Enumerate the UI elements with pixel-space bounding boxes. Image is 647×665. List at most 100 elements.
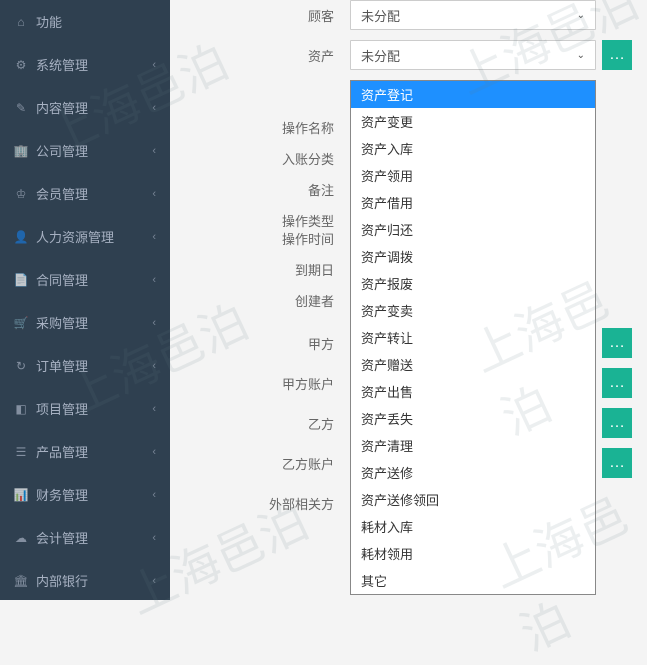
- select-customer[interactable]: 未分配⌄: [350, 0, 596, 30]
- main-form-area: 顾客 未分配⌄ 资产 未分配⌄ … 操作类型 资产登记 资产变更 资产入库 资产…: [170, 0, 647, 518]
- label-op-time: 操作时间: [170, 229, 350, 248]
- label-customer: 顾客: [170, 6, 350, 25]
- asset-more-button[interactable]: …: [602, 40, 632, 70]
- label-asset: 资产: [170, 46, 350, 65]
- select-op-type-open[interactable]: 资产登记 资产变更 资产入库 资产领用 资产借用 资产归还 资产调拨 资产报废 …: [350, 80, 596, 595]
- home-icon: ⌂: [14, 15, 28, 29]
- sidebar-item-hr[interactable]: 👤 人力资源管理 ‹: [0, 215, 170, 258]
- dropdown-option[interactable]: 其它: [351, 567, 595, 594]
- label-party-b: 乙方: [170, 414, 350, 433]
- chevron-left-icon: ‹: [152, 403, 156, 415]
- gear-icon: ⚙: [14, 58, 28, 72]
- building-icon: 🏢: [14, 144, 28, 158]
- sidebar-item-label: 人力资源管理: [36, 227, 114, 246]
- sidebar-item-member[interactable]: ♔ 会员管理 ‹: [0, 172, 170, 215]
- cart-icon: 🛒: [14, 316, 28, 330]
- sidebar-item-label: 合同管理: [36, 270, 88, 289]
- dropdown-option[interactable]: 资产赠送: [351, 351, 595, 378]
- user-icon: 👤: [14, 230, 28, 244]
- sidebar-item-label: 产品管理: [36, 442, 88, 461]
- sidebar-item-contract[interactable]: 📄 合同管理 ‹: [0, 258, 170, 301]
- chevron-left-icon: ‹: [152, 145, 156, 157]
- dropdown-option[interactable]: 资产入库: [351, 135, 595, 162]
- sidebar-item-label: 会计管理: [36, 528, 88, 547]
- chevron-left-icon: ‹: [152, 188, 156, 200]
- dropdown-option[interactable]: 资产丢失: [351, 405, 595, 432]
- chevron-left-icon: ‹: [152, 446, 156, 458]
- dropdown-option[interactable]: 耗材领用: [351, 540, 595, 567]
- sidebar-item-system[interactable]: ⚙ 系统管理 ‹: [0, 43, 170, 86]
- chevron-left-icon: ‹: [152, 317, 156, 329]
- label-op-type: 操作类型: [170, 211, 350, 230]
- caret-down-icon: ⌄: [577, 50, 585, 61]
- dropdown-option[interactable]: 资产归还: [351, 216, 595, 243]
- bank-icon: 🏛: [14, 574, 28, 588]
- chevron-left-icon: ‹: [152, 274, 156, 286]
- dropdown-option[interactable]: 资产送修: [351, 459, 595, 486]
- sidebar-item-order[interactable]: ↻ 订单管理 ‹: [0, 344, 170, 387]
- crown-icon: ♔: [14, 187, 28, 201]
- sidebar-item-label: 公司管理: [36, 141, 88, 160]
- dropdown-option[interactable]: 资产出售: [351, 378, 595, 405]
- edit-icon: ✎: [14, 101, 28, 115]
- sidebar-item-label: 采购管理: [36, 313, 88, 332]
- label-party-a-acct: 甲方账户: [170, 374, 350, 393]
- sidebar-item-accounting[interactable]: ☁ 会计管理 ‹: [0, 516, 170, 559]
- layout-icon: ◧: [14, 402, 28, 416]
- party-b-more-button[interactable]: …: [602, 408, 632, 438]
- sidebar-item-company[interactable]: 🏢 公司管理 ‹: [0, 129, 170, 172]
- dropdown-option[interactable]: 资产登记: [351, 81, 595, 108]
- sidebar: ⌂ 功能 ⚙ 系统管理 ‹ ✎ 内容管理 ‹ 🏢 公司管理 ‹ ♔ 会员管理 ‹ 👤 人力资源管理 ‹…: [0, 0, 170, 600]
- sidebar-item-purchase[interactable]: 🛒 采购管理 ‹: [0, 301, 170, 344]
- sidebar-item-label: 财务管理: [36, 485, 88, 504]
- sidebar-item-content[interactable]: ✎ 内容管理 ‹: [0, 86, 170, 129]
- sidebar-item-finance[interactable]: 📊 财务管理 ‹: [0, 473, 170, 516]
- dropdown-option[interactable]: 资产变卖: [351, 297, 595, 324]
- label-acct-cat: 入账分类: [170, 149, 350, 168]
- sidebar-item-label: 项目管理: [36, 399, 88, 418]
- select-asset[interactable]: 未分配⌄: [350, 40, 596, 70]
- chart-icon: 📊: [14, 488, 28, 502]
- dropdown-option[interactable]: 耗材入库: [351, 513, 595, 540]
- dropdown-option[interactable]: 资产变更: [351, 108, 595, 135]
- label-external: 外部相关方: [170, 494, 350, 513]
- sidebar-item-label: 功能: [36, 12, 62, 31]
- sidebar-item-project[interactable]: ◧ 项目管理 ‹: [0, 387, 170, 430]
- sidebar-item-label: 会员管理: [36, 184, 88, 203]
- dropdown-option[interactable]: 资产借用: [351, 189, 595, 216]
- document-icon: 📄: [14, 273, 28, 287]
- label-op-name: 操作名称: [170, 118, 350, 137]
- list-icon: ☰: [14, 445, 28, 459]
- dropdown-option[interactable]: 资产调拨: [351, 243, 595, 270]
- label-due-date: 到期日: [170, 260, 350, 279]
- sidebar-item-label: 内容管理: [36, 98, 88, 117]
- chevron-left-icon: ‹: [152, 489, 156, 501]
- refresh-icon: ↻: [14, 359, 28, 373]
- label-party-a: 甲方: [170, 334, 350, 353]
- label-remark: 备注: [170, 180, 350, 199]
- chevron-left-icon: ‹: [152, 532, 156, 544]
- party-a-acct-more-button[interactable]: …: [602, 368, 632, 398]
- sidebar-item-label: 内部银行: [36, 571, 88, 590]
- chevron-left-icon: ‹: [152, 231, 156, 243]
- dropdown-option[interactable]: 资产领用: [351, 162, 595, 189]
- party-a-more-button[interactable]: …: [602, 328, 632, 358]
- label-creator: 创建者: [170, 291, 350, 310]
- sidebar-item-bank[interactable]: 🏛 内部银行 ‹: [0, 559, 170, 600]
- sidebar-item-product[interactable]: ☰ 产品管理 ‹: [0, 430, 170, 473]
- sidebar-item-label: 订单管理: [36, 356, 88, 375]
- dropdown-option[interactable]: 资产转让: [351, 324, 595, 351]
- caret-down-icon: ⌄: [577, 10, 585, 21]
- label-party-b-acct: 乙方账户: [170, 454, 350, 473]
- sidebar-item-function[interactable]: ⌂ 功能: [0, 0, 170, 43]
- sidebar-item-label: 系统管理: [36, 55, 88, 74]
- chevron-left-icon: ‹: [152, 575, 156, 587]
- dropdown-option[interactable]: 资产报废: [351, 270, 595, 297]
- chevron-left-icon: ‹: [152, 59, 156, 71]
- dropdown-option[interactable]: 资产清理: [351, 432, 595, 459]
- dropdown-option[interactable]: 资产送修领回: [351, 486, 595, 513]
- chevron-left-icon: ‹: [152, 360, 156, 372]
- chevron-left-icon: ‹: [152, 102, 156, 114]
- cloud-icon: ☁: [14, 531, 28, 545]
- party-b-acct-more-button[interactable]: …: [602, 448, 632, 478]
